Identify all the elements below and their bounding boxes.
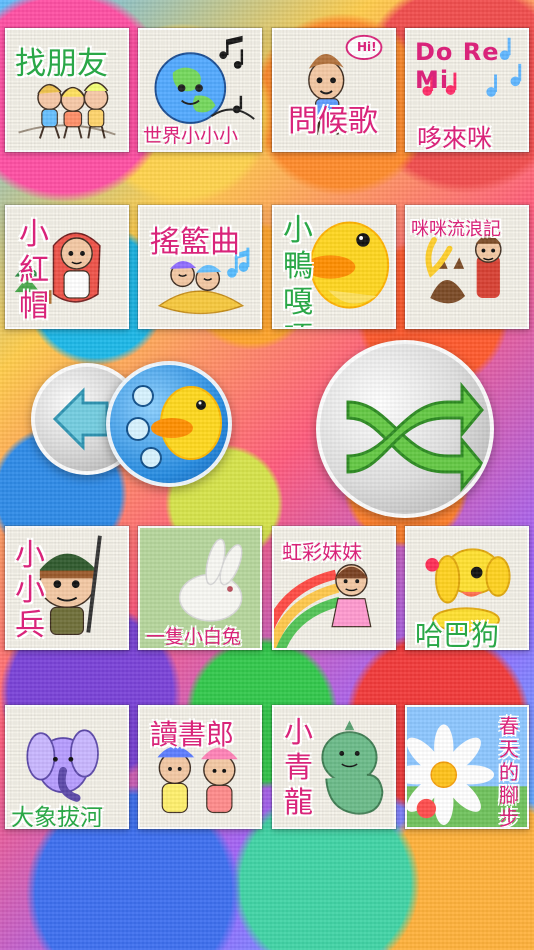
playlist-button[interactable] — [106, 361, 232, 487]
tile-label: 小鴨嘎嘎 — [283, 213, 313, 327]
song-tile-find-friends[interactable]: 找朋友 — [5, 28, 129, 152]
song-tile-do-re-mi[interactable]: Do Re Mi 哆來咪 — [405, 28, 529, 152]
song-tile-pug[interactable]: 哈巴狗 — [405, 526, 529, 650]
song-tile-duck-quack[interactable]: 小鴨嘎嘎 — [272, 205, 396, 329]
tile-label: 咪咪流浪記 — [411, 219, 501, 240]
tile-label: 問候歌 — [288, 104, 378, 139]
tile-label: 搖籃曲 — [150, 225, 240, 260]
tile-label: 虹彩妹妹 — [282, 540, 362, 564]
tile-label: 一隻小白兔 — [146, 626, 242, 648]
child-2-icon — [60, 86, 86, 139]
tile-label: 小小兵 — [15, 538, 45, 643]
duck-icon — [151, 386, 222, 460]
tile-label: 小青龍 — [284, 715, 314, 819]
tile-label: 大象拔河 — [11, 805, 103, 829]
tile-label: 春天的腳步 — [499, 714, 519, 829]
song-tile-lullaby[interactable]: 搖籃曲 — [138, 205, 262, 329]
song-tile-elephant-tug[interactable]: 大象拔河 — [5, 705, 129, 829]
tile-label: 哈巴狗 — [415, 619, 500, 650]
child-1-icon — [37, 83, 62, 139]
song-tile-little-red-riding-hood[interactable]: 小紅帽 — [5, 205, 129, 329]
tile-label: 讀書郎 — [150, 718, 235, 751]
tile-label: 找朋友 — [15, 46, 108, 82]
song-tile-greeting[interactable]: Hi! 問候歌 — [272, 28, 396, 152]
song-tile-green-dragon[interactable]: 小青龍 — [272, 705, 396, 829]
tile-label: 哆來咪 — [417, 124, 493, 152]
song-tile-little-soldier[interactable]: 小小兵 — [5, 526, 129, 650]
song-tile-white-rabbit[interactable]: 一隻小白兔 — [138, 526, 262, 650]
shuffle-icon — [346, 381, 484, 493]
tile-label: 小紅帽 — [19, 217, 49, 324]
shuffle-button[interactable] — [316, 340, 494, 518]
song-tile-student[interactable]: 讀書郎 — [138, 705, 262, 829]
song-tile-rainbow-girl[interactable]: 虹彩妹妹 — [272, 526, 396, 650]
song-tile-mimi-adventure[interactable]: 咪咪流浪記 — [405, 205, 529, 329]
song-tile-world-small[interactable]: 世界小小小 — [138, 28, 262, 152]
tile-label: 世界小小小 — [143, 125, 239, 147]
speech-bubble-text: Hi! — [357, 40, 377, 54]
song-tile-spring-steps[interactable]: 春天的腳步 — [405, 705, 529, 829]
do-re-mi-title: Do Re Mi — [415, 38, 500, 94]
